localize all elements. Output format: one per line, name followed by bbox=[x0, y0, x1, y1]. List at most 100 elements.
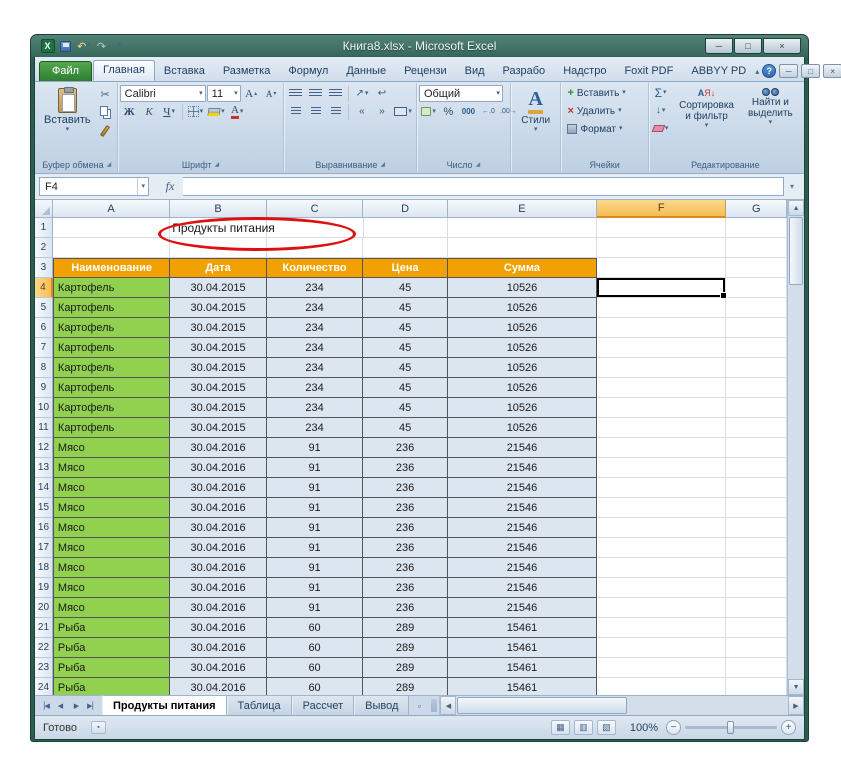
cell-B3[interactable]: Дата bbox=[170, 258, 267, 278]
view-page-break-button[interactable]: ▧ bbox=[597, 720, 616, 735]
cell-G8[interactable] bbox=[726, 358, 787, 378]
row-header-8[interactable]: 8 bbox=[35, 358, 53, 378]
row-header-12[interactable]: 12 bbox=[35, 438, 53, 458]
group-label-editing[interactable]: Редактирование bbox=[651, 157, 800, 172]
cell-A20[interactable]: Мясо bbox=[53, 598, 170, 618]
cell-B6[interactable]: 30.04.2015 bbox=[170, 318, 267, 338]
cell-D23[interactable]: 289 bbox=[363, 658, 448, 678]
zoom-thumb[interactable] bbox=[727, 721, 734, 734]
row-header-20[interactable]: 20 bbox=[35, 598, 53, 618]
group-label-font[interactable]: Шрифт◢ bbox=[120, 157, 282, 172]
row-header-9[interactable]: 9 bbox=[35, 378, 53, 398]
next-sheet-button[interactable]: ▶ bbox=[69, 698, 84, 713]
cell-F10[interactable] bbox=[597, 398, 726, 418]
insert-function-button[interactable]: fx bbox=[157, 177, 183, 196]
cell-E21[interactable]: 15461 bbox=[448, 618, 597, 638]
cell-F22[interactable] bbox=[597, 638, 726, 658]
cell-F24[interactable] bbox=[597, 678, 726, 695]
cut-button[interactable]: ✂ bbox=[96, 86, 115, 103]
maximize-button[interactable]: □ bbox=[734, 38, 762, 54]
last-sheet-button[interactable]: ▶▏ bbox=[85, 698, 100, 713]
cell-F14[interactable] bbox=[597, 478, 726, 498]
cell-G19[interactable] bbox=[726, 578, 787, 598]
cell-C1[interactable] bbox=[267, 218, 363, 238]
cell-D19[interactable]: 236 bbox=[363, 578, 448, 598]
cell-B12[interactable]: 30.04.2016 bbox=[170, 438, 267, 458]
cell-F20[interactable] bbox=[597, 598, 726, 618]
fill-button[interactable]: ↓▾ bbox=[651, 102, 671, 119]
cell-G16[interactable] bbox=[726, 518, 787, 538]
cell-A10[interactable]: Картофель bbox=[53, 398, 170, 418]
cell-D22[interactable]: 289 bbox=[363, 638, 448, 658]
row-header-15[interactable]: 15 bbox=[35, 498, 53, 518]
align-middle-button[interactable] bbox=[306, 85, 325, 102]
cell-F13[interactable] bbox=[597, 458, 726, 478]
grow-font-button[interactable]: А▴ bbox=[242, 85, 261, 102]
cell-F1[interactable] bbox=[597, 218, 726, 238]
cell-A21[interactable]: Рыба bbox=[53, 618, 170, 638]
cell-B7[interactable]: 30.04.2015 bbox=[170, 338, 267, 358]
scroll-left-icon[interactable]: ◀ bbox=[440, 696, 456, 715]
format-painter-button[interactable] bbox=[96, 122, 115, 139]
cell-B10[interactable]: 30.04.2015 bbox=[170, 398, 267, 418]
column-header-E[interactable]: E bbox=[448, 200, 597, 218]
cell-D14[interactable]: 236 bbox=[363, 478, 448, 498]
cell-D7[interactable]: 45 bbox=[363, 338, 448, 358]
align-bottom-button[interactable] bbox=[326, 85, 345, 102]
group-label-clipboard[interactable]: Буфер обмена◢ bbox=[39, 157, 115, 172]
cell-D18[interactable]: 236 bbox=[363, 558, 448, 578]
cell-C17[interactable]: 91 bbox=[267, 538, 364, 558]
cell-A7[interactable]: Картофель bbox=[53, 338, 170, 358]
cell-E2[interactable] bbox=[448, 238, 597, 258]
row-header-11[interactable]: 11 bbox=[35, 418, 53, 438]
cell-G13[interactable] bbox=[726, 458, 787, 478]
cell-D5[interactable]: 45 bbox=[363, 298, 448, 318]
cell-G18[interactable] bbox=[726, 558, 787, 578]
dialog-launcher-icon[interactable]: ◢ bbox=[215, 161, 220, 168]
cell-B2[interactable] bbox=[170, 238, 267, 258]
cell-E6[interactable]: 10526 bbox=[448, 318, 597, 338]
cell-B19[interactable]: 30.04.2016 bbox=[170, 578, 267, 598]
borders-button[interactable]: ▾ bbox=[186, 103, 206, 120]
cell-C5[interactable]: 234 bbox=[267, 298, 364, 318]
close-button[interactable]: × bbox=[763, 38, 801, 54]
dialog-launcher-icon[interactable]: ◢ bbox=[476, 161, 481, 168]
percent-format-button[interactable]: % bbox=[439, 103, 458, 120]
cell-E8[interactable]: 10526 bbox=[448, 358, 597, 378]
sheet-tab-2[interactable]: Таблица bbox=[227, 696, 292, 715]
cell-D2[interactable] bbox=[363, 238, 448, 258]
cell-F21[interactable] bbox=[597, 618, 726, 638]
cell-F17[interactable] bbox=[597, 538, 726, 558]
row-header-13[interactable]: 13 bbox=[35, 458, 53, 478]
cell-E16[interactable]: 21546 bbox=[448, 518, 597, 538]
cell-G7[interactable] bbox=[726, 338, 787, 358]
row-header-5[interactable]: 5 bbox=[35, 298, 53, 318]
cell-A14[interactable]: Мясо bbox=[53, 478, 170, 498]
cell-G22[interactable] bbox=[726, 638, 787, 658]
ribbon-tab-11[interactable]: Foxit PDF bbox=[615, 62, 682, 81]
cell-A2[interactable] bbox=[53, 238, 170, 258]
group-label-alignment[interactable]: Выравнивание◢ bbox=[286, 157, 414, 172]
cell-A15[interactable]: Мясо bbox=[53, 498, 170, 518]
thousands-format-button[interactable]: 000 bbox=[459, 103, 478, 120]
cell-F9[interactable] bbox=[597, 378, 726, 398]
cell-D20[interactable]: 236 bbox=[363, 598, 448, 618]
ribbon-tab-5[interactable]: Формул bbox=[279, 62, 337, 81]
currency-format-button[interactable]: ▾ bbox=[419, 103, 438, 120]
paste-button[interactable]: Вставить ▾ bbox=[39, 84, 96, 137]
ribbon-tab-8[interactable]: Вид bbox=[456, 62, 494, 81]
cell-F23[interactable] bbox=[597, 658, 726, 678]
shrink-font-button[interactable]: А▾ bbox=[262, 85, 281, 102]
align-left-button[interactable] bbox=[286, 103, 305, 120]
cell-G23[interactable] bbox=[726, 658, 787, 678]
cell-G11[interactable] bbox=[726, 418, 787, 438]
cell-C13[interactable]: 91 bbox=[267, 458, 364, 478]
cell-A23[interactable]: Рыба bbox=[53, 658, 170, 678]
view-normal-button[interactable]: ▦ bbox=[551, 720, 570, 735]
cell-F7[interactable] bbox=[597, 338, 726, 358]
cell-C15[interactable]: 91 bbox=[267, 498, 364, 518]
cell-G6[interactable] bbox=[726, 318, 787, 338]
cell-D21[interactable]: 289 bbox=[363, 618, 448, 638]
cell-B1[interactable]: Продукты питания bbox=[170, 218, 267, 238]
row-header-22[interactable]: 22 bbox=[35, 638, 53, 658]
